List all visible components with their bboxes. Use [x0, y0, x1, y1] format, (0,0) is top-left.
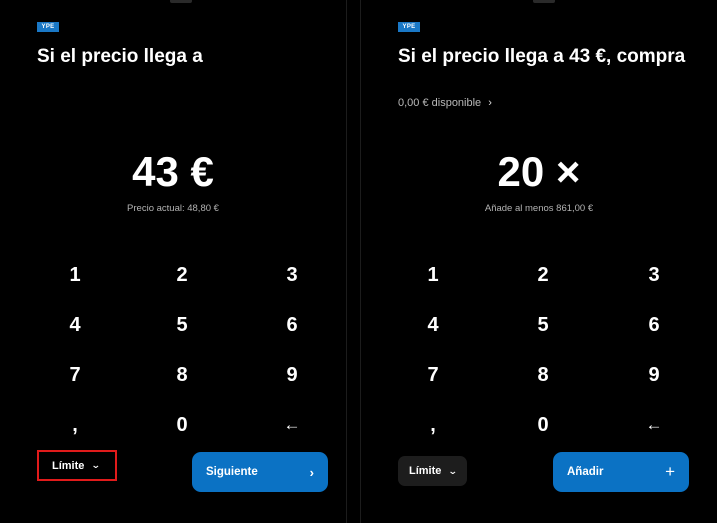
key-0[interactable]: 0	[152, 405, 212, 445]
backspace-icon[interactable]: ←	[624, 405, 684, 445]
plus-icon: +	[665, 462, 675, 481]
key-0[interactable]: 0	[513, 405, 573, 445]
key-2[interactable]: 2	[152, 255, 212, 295]
key-5[interactable]: 5	[152, 305, 212, 345]
key-9[interactable]: 9	[624, 355, 684, 395]
keypad-row: , 0 ←	[361, 405, 717, 455]
key-1[interactable]: 1	[45, 255, 105, 295]
key-1[interactable]: 1	[403, 255, 463, 295]
backspace-icon[interactable]: ←	[262, 405, 322, 445]
add-button[interactable]: Añadir +	[553, 452, 689, 492]
keypad-row: 7 8 9	[0, 355, 346, 405]
key-3[interactable]: 3	[624, 255, 684, 295]
keypad-row: 1 2 3	[0, 255, 346, 305]
ticker-badge: YPE	[398, 22, 420, 32]
key-4[interactable]: 4	[45, 305, 105, 345]
chevron-down-icon: ⌄	[448, 465, 459, 476]
status-notch	[170, 0, 192, 3]
order-type-limit-button[interactable]: Límite ⌄	[37, 450, 117, 481]
key-5[interactable]: 5	[513, 305, 573, 345]
key-2[interactable]: 2	[513, 255, 573, 295]
next-button-label: Siguiente	[206, 466, 258, 478]
quantity-value-display: 20 ×	[497, 148, 581, 195]
keypad-row: 1 2 3	[361, 255, 717, 305]
key-6[interactable]: 6	[262, 305, 322, 345]
numeric-keypad: 1 2 3 4 5 6 7 8 9 , 0 ←	[361, 255, 717, 455]
keypad-row: 7 8 9	[361, 355, 717, 405]
page-title: Si el precio llega a 43 €, compra	[398, 46, 686, 67]
buy-quantity-screen: YPE Si el precio llega a 43 €, compra 0,…	[360, 0, 717, 523]
keypad-row: , 0 ←	[0, 405, 346, 455]
limit-price-screen: YPE Si el precio llega a 43 € Precio act…	[0, 0, 347, 523]
key-9[interactable]: 9	[262, 355, 322, 395]
page-title: Si el precio llega a	[37, 46, 203, 67]
keypad-row: 4 5 6	[361, 305, 717, 355]
key-6[interactable]: 6	[624, 305, 684, 345]
chevron-right-icon: ›	[309, 464, 314, 480]
add-button-label: Añadir	[567, 466, 604, 478]
key-8[interactable]: 8	[152, 355, 212, 395]
numeric-keypad: 1 2 3 4 5 6 7 8 9 , 0 ←	[0, 255, 346, 455]
order-type-limit-button[interactable]: Límite ⌄	[398, 456, 467, 486]
available-balance-link[interactable]: 0,00 € disponible ›	[398, 97, 492, 109]
chevron-right-icon: ›	[488, 97, 492, 109]
next-button[interactable]: Siguiente ›	[192, 452, 328, 492]
ticker-badge: YPE	[37, 22, 59, 32]
key-4[interactable]: 4	[403, 305, 463, 345]
price-value-display: 43 €	[132, 148, 214, 195]
chevron-down-icon: ⌄	[91, 460, 102, 470]
key-8[interactable]: 8	[513, 355, 573, 395]
key-3[interactable]: 3	[262, 255, 322, 295]
available-balance-label: 0,00 € disponible	[398, 97, 482, 109]
minimum-amount-label: Añade al menos 861,00 €	[484, 203, 594, 214]
key-decimal-comma[interactable]: ,	[403, 405, 463, 445]
keypad-row: 4 5 6	[0, 305, 346, 355]
order-type-label: Límite	[52, 459, 85, 472]
status-notch	[533, 0, 555, 3]
current-price-label: Precio actual: 48,80 €	[127, 203, 219, 214]
key-7[interactable]: 7	[403, 355, 463, 395]
order-type-label: Límite	[409, 465, 442, 477]
key-decimal-comma[interactable]: ,	[45, 405, 105, 445]
key-7[interactable]: 7	[45, 355, 105, 395]
